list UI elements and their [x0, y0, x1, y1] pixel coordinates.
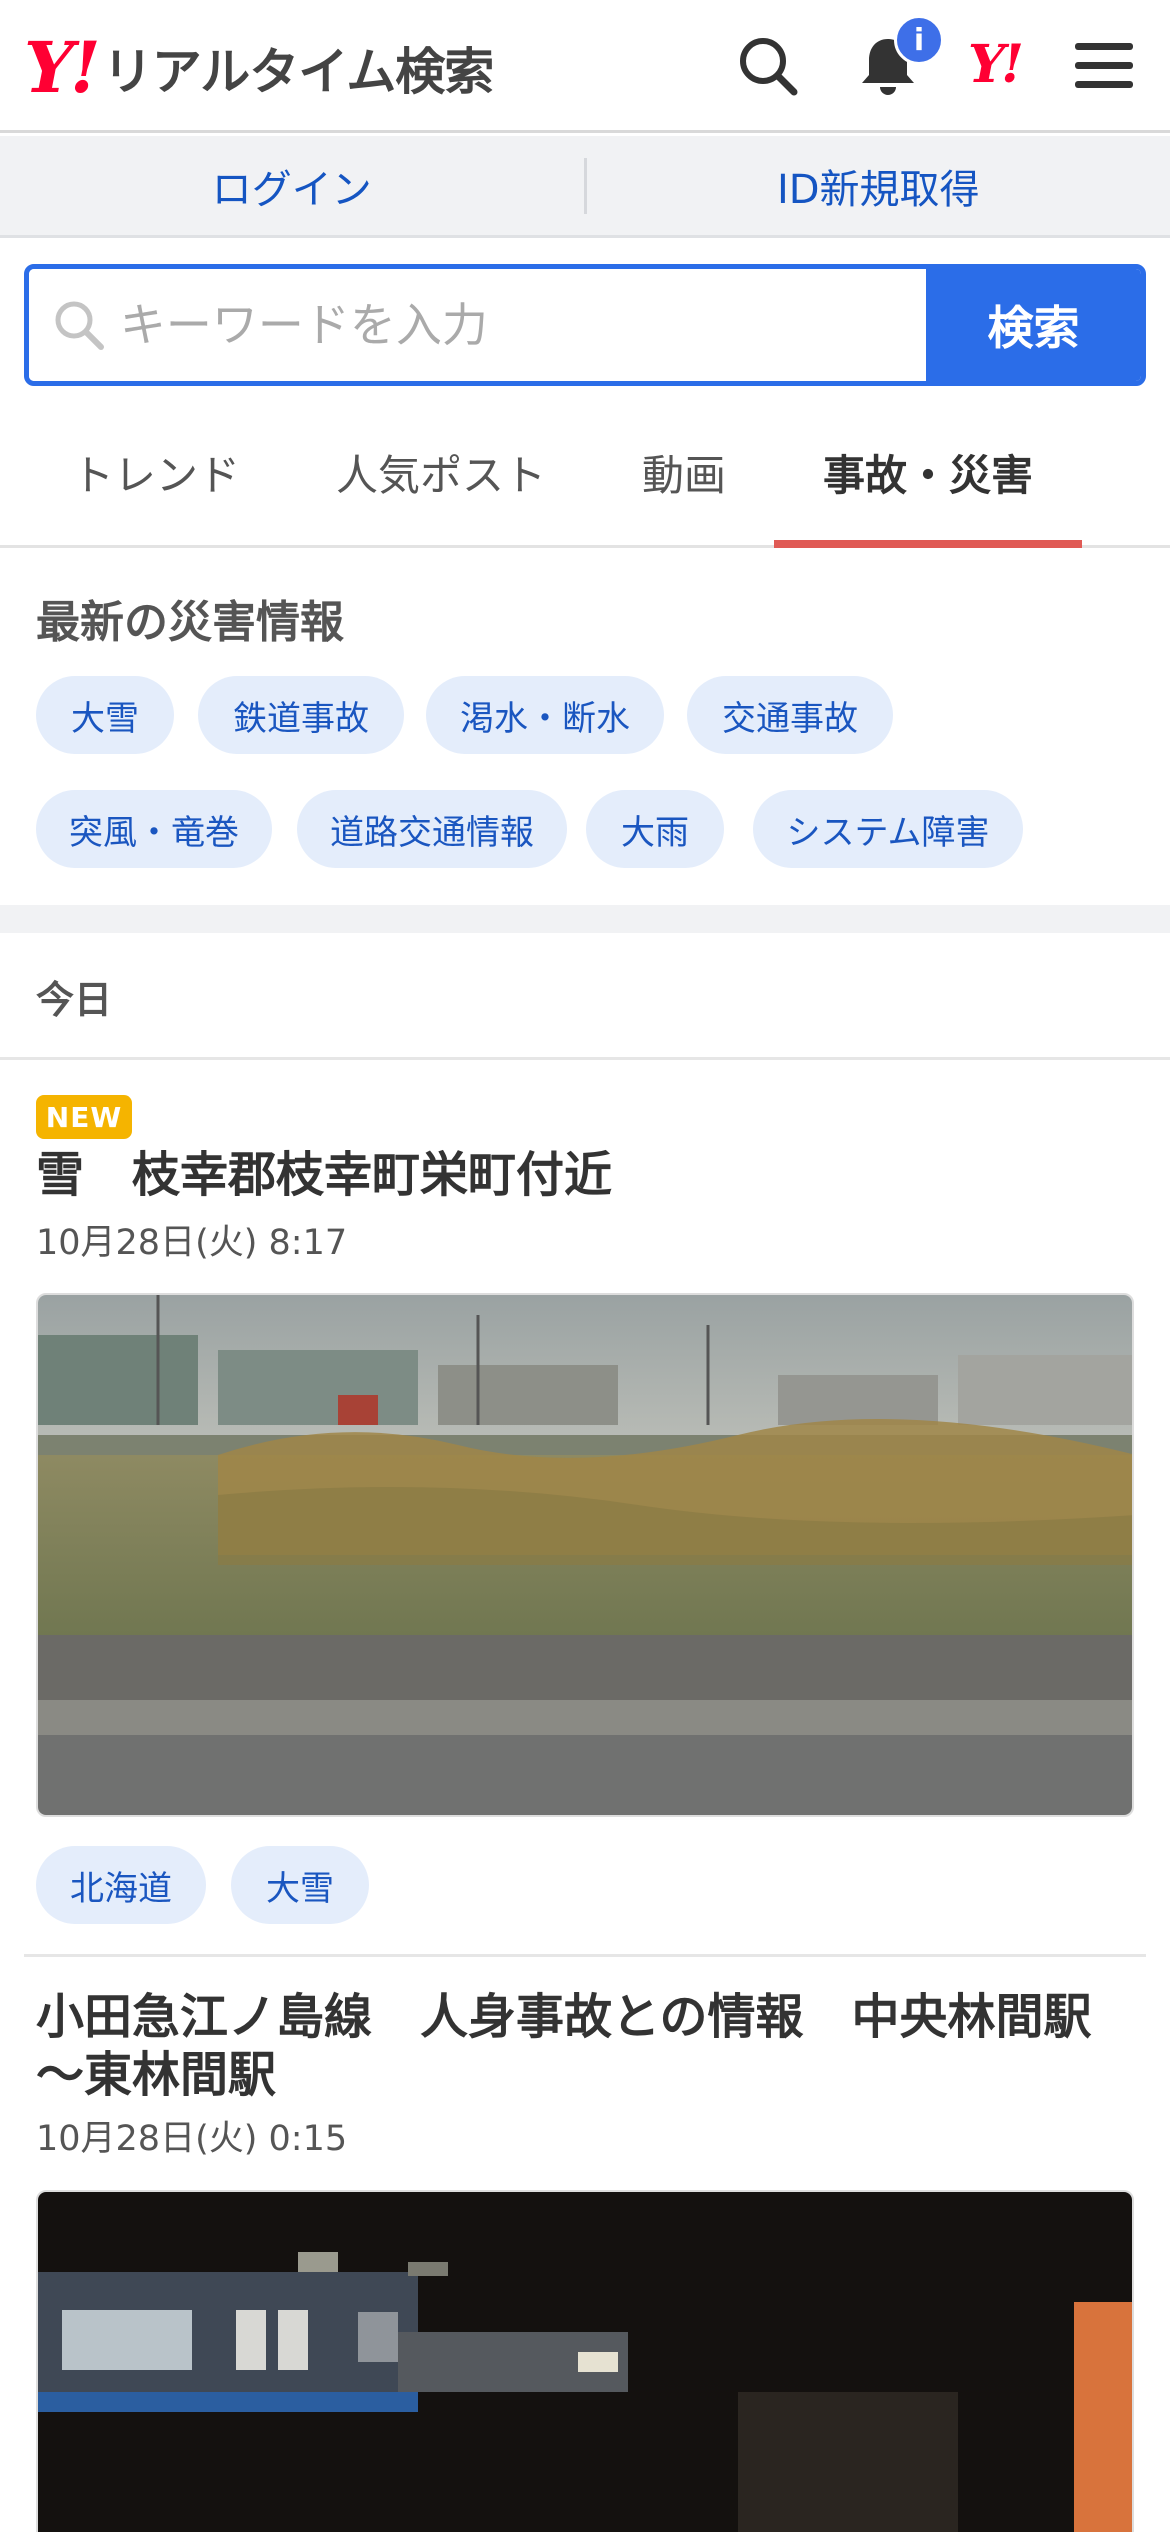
yahoo-realtime-logo[interactable]: Y! リアルタイム検索: [24, 26, 494, 109]
day-header: 今日: [0, 933, 1170, 1060]
tag-hokkaido[interactable]: 北海道: [36, 1846, 206, 1924]
section-title: 最新の災害情報: [36, 597, 344, 648]
app-header: Y! リアルタイム検索 i Y!: [0, 0, 1170, 133]
article-title[interactable]: 雪 枝幸郡枝幸町栄町付近: [36, 1146, 1136, 1204]
tab-label: 動画: [641, 451, 726, 500]
search-icon[interactable]: [728, 26, 808, 106]
chip-water-shortage[interactable]: 渇水・断水: [426, 676, 664, 754]
article-photo-snow-field[interactable]: [36, 1293, 1134, 1817]
tab-accidents-disasters[interactable]: 事故・災害: [774, 400, 1082, 548]
tab-trend[interactable]: トレンド: [36, 400, 276, 545]
chip-road-traffic[interactable]: 道路交通情報: [297, 790, 567, 868]
search-input[interactable]: [119, 298, 926, 352]
account-bar: ログイン ID新規取得: [0, 136, 1170, 238]
chip-gust-tornado[interactable]: 突風・竜巻: [36, 790, 272, 868]
search-input-wrapper: [29, 269, 926, 381]
tab-label: 人気ポスト: [335, 451, 546, 500]
tab-label: 事故・災害: [822, 451, 1033, 500]
category-tabs: トレンド 人気ポスト 動画 事故・災害: [0, 400, 1170, 548]
new-badge: NEW: [36, 1095, 132, 1139]
active-tab-indicator: [774, 540, 1082, 548]
tab-popular-posts[interactable]: 人気ポスト: [318, 400, 564, 545]
hamburger-menu-icon[interactable]: [1064, 26, 1144, 106]
login-link[interactable]: ログイン: [0, 136, 584, 235]
section-separator: [0, 905, 1170, 933]
article-divider: [24, 1954, 1146, 1957]
search-form: 検索: [24, 264, 1146, 386]
tab-label: トレンド: [71, 451, 240, 500]
yahoo-logo-mark: Y!: [24, 26, 101, 109]
chip-system-failure[interactable]: システム障害: [753, 790, 1023, 868]
chip-heavy-snow[interactable]: 大雪: [36, 676, 174, 754]
search-icon: [39, 297, 120, 353]
logo-title: リアルタイム検索: [102, 43, 494, 101]
tag-heavy-snow[interactable]: 大雪: [231, 1846, 369, 1924]
tab-videos[interactable]: 動画: [604, 400, 764, 545]
chip-heavy-rain[interactable]: 大雨: [586, 790, 724, 868]
chip-traffic-accident[interactable]: 交通事故: [687, 676, 893, 754]
day-label: 今日: [36, 978, 113, 1022]
yahoo-japan-logo[interactable]: Y!: [968, 30, 1024, 100]
search-button[interactable]: 検索: [926, 269, 1141, 381]
register-id-link[interactable]: ID新規取得: [587, 136, 1170, 235]
article-title[interactable]: 小田急江ノ島線 人身事故との情報 中央林間駅～東林間駅: [36, 1988, 1136, 2104]
article-date: 10月28日(火) 0:15: [36, 2119, 348, 2159]
notification-badge: i: [894, 15, 944, 65]
article-photo-train-night[interactable]: [36, 2190, 1134, 2532]
chip-railway-accident[interactable]: 鉄道事故: [198, 676, 404, 754]
article-date: 10月28日(火) 8:17: [36, 1223, 348, 1263]
